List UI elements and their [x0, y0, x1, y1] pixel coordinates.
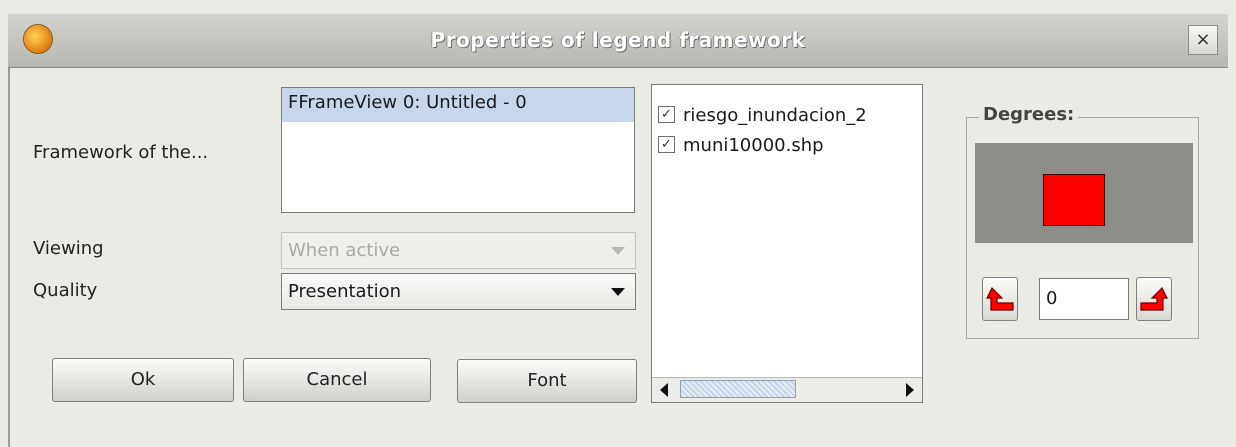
title-bar: Properties of legend framework ×: [8, 14, 1228, 68]
rotate-right-button[interactable]: [1136, 277, 1172, 321]
rotate-left-button[interactable]: [982, 277, 1018, 321]
font-button[interactable]: Font: [457, 359, 637, 403]
rotate-right-icon: [1140, 286, 1168, 311]
viewing-select: When active: [281, 232, 636, 269]
framework-label: Framework of the...: [33, 142, 209, 163]
quality-select-value: Presentation: [288, 281, 402, 302]
layer-item-label: riesgo_inundacion_2: [683, 105, 867, 126]
rotate-left-icon: [986, 286, 1014, 311]
checkbox-checked-icon[interactable]: ✓: [658, 135, 675, 153]
chevron-down-icon: [611, 247, 625, 255]
scroll-left-icon[interactable]: [660, 383, 668, 397]
layer-item-label: muni10000.shp: [683, 135, 824, 156]
chevron-down-icon: [611, 288, 625, 296]
framework-list[interactable]: FFrameView 0: Untitled - 0: [281, 87, 635, 213]
quality-label: Quality: [33, 280, 98, 301]
ok-button[interactable]: Ok: [52, 358, 234, 402]
window-title: Properties of legend framework: [430, 28, 806, 52]
cancel-button[interactable]: Cancel: [243, 358, 431, 402]
degrees-input[interactable]: 0: [1039, 278, 1129, 320]
scrollbar-thumb[interactable]: [680, 380, 796, 398]
quality-select[interactable]: Presentation: [281, 273, 636, 310]
framework-list-item[interactable]: FFrameView 0: Untitled - 0: [282, 88, 634, 122]
preview-square: [1043, 174, 1105, 226]
close-button[interactable]: ×: [1188, 25, 1218, 55]
scroll-right-icon[interactable]: [906, 383, 914, 397]
viewing-select-value: When active: [288, 240, 401, 261]
layers-list[interactable]: ✓ riesgo_inundacion_2 ✓ muni10000.shp: [651, 84, 923, 403]
layer-item[interactable]: ✓ muni10000.shp: [658, 131, 824, 161]
checkbox-checked-icon[interactable]: ✓: [658, 105, 675, 123]
viewing-label: Viewing: [33, 238, 104, 259]
window-border: [8, 68, 10, 447]
horizontal-scrollbar[interactable]: [652, 377, 922, 402]
layer-item[interactable]: ✓ riesgo_inundacion_2: [658, 101, 867, 131]
degrees-title: Degrees:: [979, 104, 1079, 125]
